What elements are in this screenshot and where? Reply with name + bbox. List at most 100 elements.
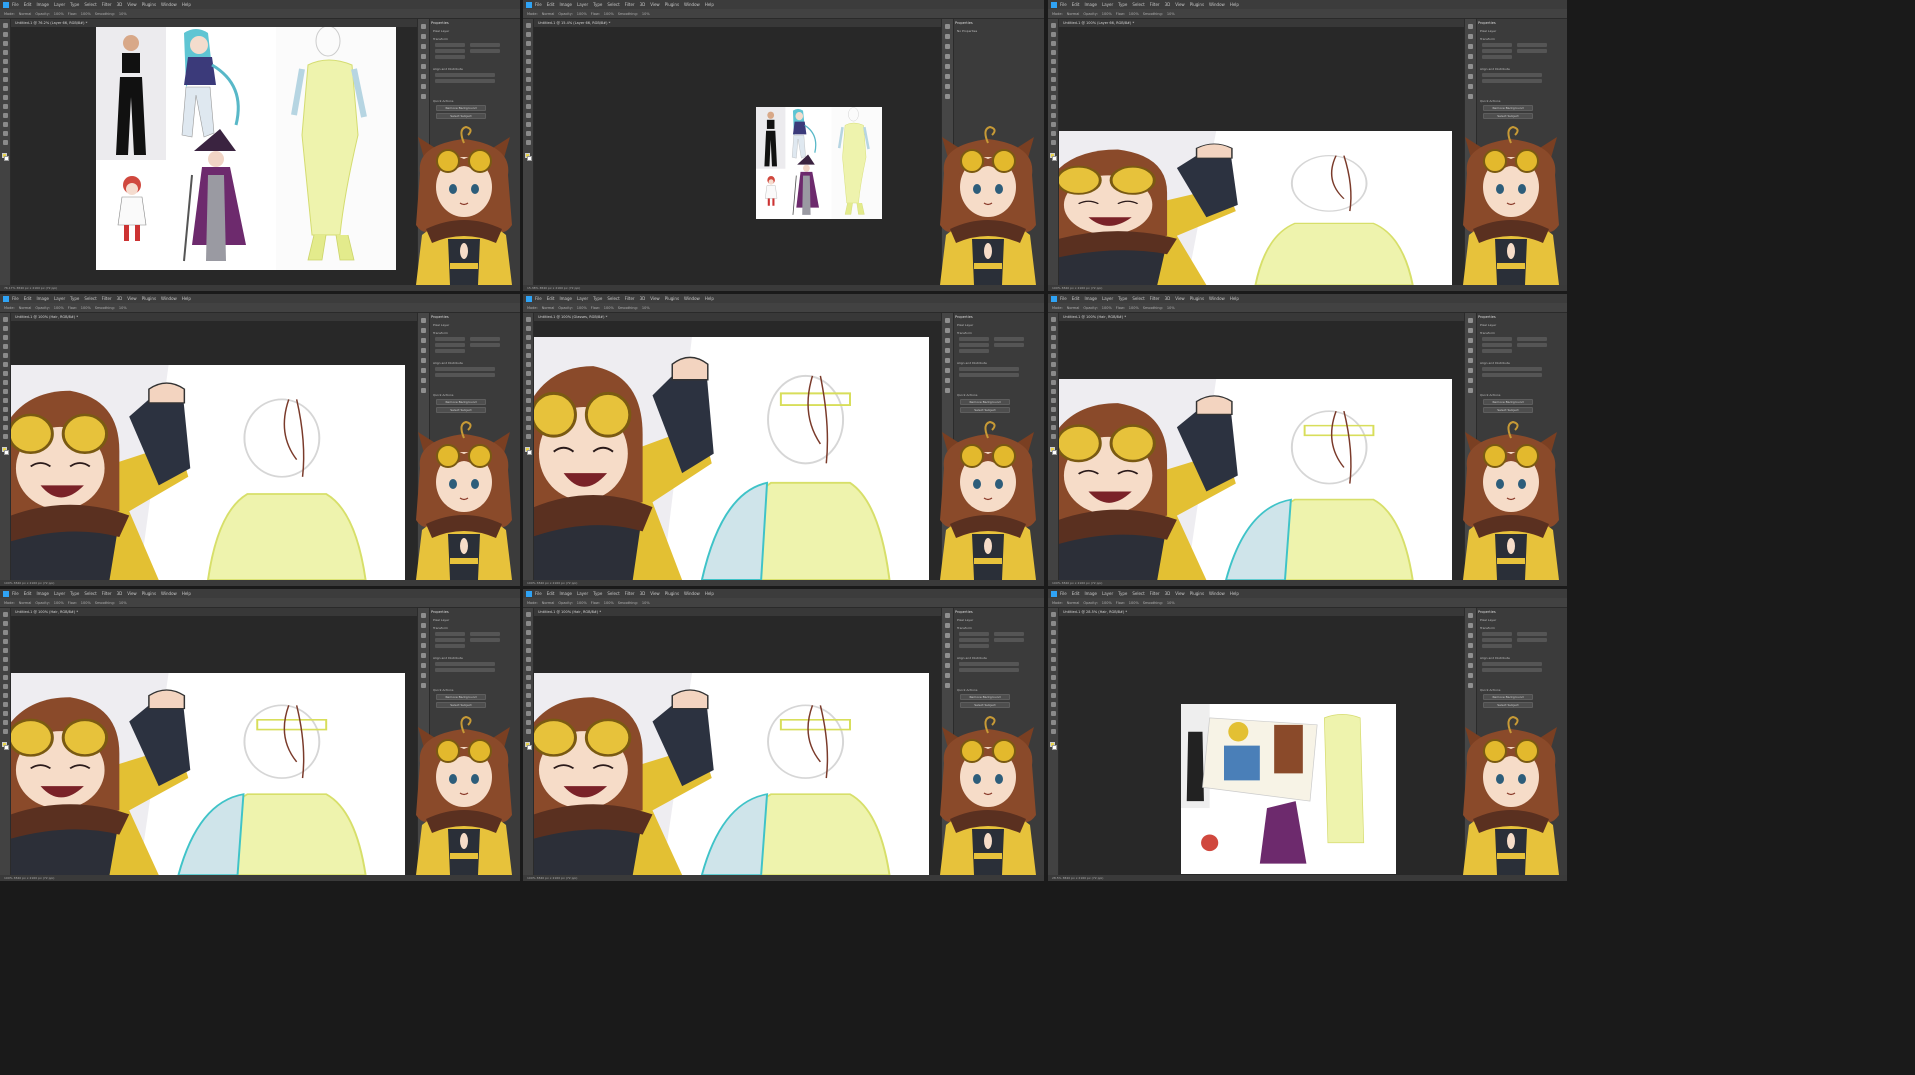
history-icon[interactable]	[1468, 24, 1473, 29]
background-color-swatch[interactable]	[527, 745, 532, 750]
menu-item-window[interactable]: Window	[1209, 2, 1225, 7]
healing-tool-icon[interactable]	[525, 362, 531, 367]
option-label[interactable]: Normal	[1067, 306, 1080, 310]
option-label[interactable]: Normal	[1067, 601, 1080, 605]
paths-icon[interactable]	[421, 84, 426, 89]
menu-item-view[interactable]: View	[650, 296, 660, 301]
height-field[interactable]	[959, 638, 989, 642]
height-field[interactable]	[1482, 638, 1512, 642]
properties-tab[interactable]: Properties	[431, 21, 449, 25]
width-field[interactable]	[959, 632, 989, 636]
layers-icon[interactable]	[945, 358, 950, 363]
gradient-tool-icon[interactable]	[2, 693, 8, 698]
option-label[interactable]: Normal	[542, 306, 555, 310]
properties-tab[interactable]: Properties	[431, 315, 449, 319]
remove-background-button[interactable]: Remove Background	[960, 694, 1010, 700]
select-subject-button[interactable]: Select Subject	[960, 407, 1010, 413]
option-label[interactable]: 100%	[1102, 601, 1112, 605]
swatches-icon[interactable]	[945, 683, 950, 688]
menu-item-image[interactable]: Image	[1084, 591, 1097, 596]
paths-icon[interactable]	[945, 378, 950, 383]
adjustments-icon[interactable]	[1468, 623, 1473, 628]
properties-tab[interactable]: Properties	[955, 610, 973, 614]
remove-background-button[interactable]: Remove Background	[436, 694, 486, 700]
width-field[interactable]	[1482, 43, 1512, 47]
menu-item-layer[interactable]: Layer	[1102, 591, 1113, 596]
hand-tool-icon[interactable]	[1050, 720, 1056, 725]
menu-item-file[interactable]: File	[1060, 296, 1067, 301]
move-tool-icon[interactable]	[2, 317, 8, 322]
brush-tool-icon[interactable]	[525, 371, 531, 376]
distribute-buttons[interactable]	[435, 668, 495, 672]
eraser-tool-icon[interactable]	[525, 95, 531, 100]
select-subject-button[interactable]: Select Subject	[436, 702, 486, 708]
option-label[interactable]: 100%	[54, 601, 64, 605]
align-buttons[interactable]	[959, 662, 1019, 666]
menu-item-window[interactable]: Window	[161, 591, 177, 596]
height-field[interactable]	[1482, 49, 1512, 53]
align-buttons[interactable]	[435, 73, 495, 77]
healing-tool-icon[interactable]	[1050, 362, 1056, 367]
menu-item-select[interactable]: Select	[84, 2, 96, 7]
menu-item-file[interactable]: File	[535, 296, 542, 301]
background-color-swatch[interactable]	[1052, 450, 1057, 455]
type-tool-icon[interactable]	[525, 122, 531, 127]
stamp-tool-icon[interactable]	[2, 380, 8, 385]
menu-item-view[interactable]: View	[650, 591, 660, 596]
channels-icon[interactable]	[1468, 663, 1473, 668]
menu-item-image[interactable]: Image	[1084, 2, 1097, 7]
align-buttons[interactable]	[435, 662, 495, 666]
crop-tool-icon[interactable]	[2, 344, 8, 349]
menu-item-window[interactable]: Window	[161, 2, 177, 7]
channels-icon[interactable]	[421, 663, 426, 668]
eyedropper-tool-icon[interactable]	[525, 353, 531, 358]
y-field[interactable]	[1517, 49, 1547, 53]
y-field[interactable]	[1517, 638, 1547, 642]
swatches-icon[interactable]	[1468, 683, 1473, 688]
history-icon[interactable]	[1468, 318, 1473, 323]
height-field[interactable]	[959, 343, 989, 347]
libraries-icon[interactable]	[1468, 643, 1473, 648]
height-field[interactable]	[1482, 343, 1512, 347]
crop-tool-icon[interactable]	[2, 639, 8, 644]
properties-tab[interactable]: Properties	[1478, 315, 1496, 319]
swatches-icon[interactable]	[421, 94, 426, 99]
channels-icon[interactable]	[421, 74, 426, 79]
menu-item-select[interactable]: Select	[1132, 591, 1144, 596]
zoom-tool-icon[interactable]	[2, 729, 8, 734]
document-canvas[interactable]	[1059, 379, 1452, 580]
background-color-swatch[interactable]	[4, 745, 9, 750]
gradient-tool-icon[interactable]	[2, 398, 8, 403]
move-tool-icon[interactable]	[525, 612, 531, 617]
adjustments-icon[interactable]	[945, 34, 950, 39]
menu-item-view[interactable]: View	[650, 2, 660, 7]
adjustments-icon[interactable]	[1468, 328, 1473, 333]
marquee-tool-icon[interactable]	[1050, 621, 1056, 626]
select-subject-button[interactable]: Select Subject	[436, 407, 486, 413]
menu-item-help[interactable]: Help	[182, 2, 191, 7]
option-label[interactable]: 100%	[1129, 12, 1139, 16]
menu-item-edit[interactable]: Edit	[547, 2, 555, 7]
zoom-tool-icon[interactable]	[525, 434, 531, 439]
eyedropper-tool-icon[interactable]	[525, 648, 531, 653]
remove-background-button[interactable]: Remove Background	[1483, 399, 1533, 405]
brush-settings-icon[interactable]	[421, 44, 426, 49]
menu-item-filter[interactable]: Filter	[1150, 591, 1160, 596]
height-field[interactable]	[435, 343, 465, 347]
menu-item-type[interactable]: Type	[70, 296, 79, 301]
canvas-area[interactable]	[534, 321, 941, 580]
libraries-icon[interactable]	[945, 348, 950, 353]
option-label[interactable]: Normal	[542, 12, 555, 16]
align-buttons[interactable]	[1482, 367, 1542, 371]
menu-item-file[interactable]: File	[535, 2, 542, 7]
angle-field[interactable]	[435, 644, 465, 648]
x-field[interactable]	[470, 337, 500, 341]
angle-field[interactable]	[435, 55, 465, 59]
hand-tool-icon[interactable]	[525, 425, 531, 430]
move-tool-icon[interactable]	[1050, 23, 1056, 28]
menu-item-file[interactable]: File	[12, 591, 19, 596]
libraries-icon[interactable]	[421, 643, 426, 648]
type-tool-icon[interactable]	[2, 122, 8, 127]
background-color-swatch[interactable]	[527, 450, 532, 455]
y-field[interactable]	[1517, 343, 1547, 347]
